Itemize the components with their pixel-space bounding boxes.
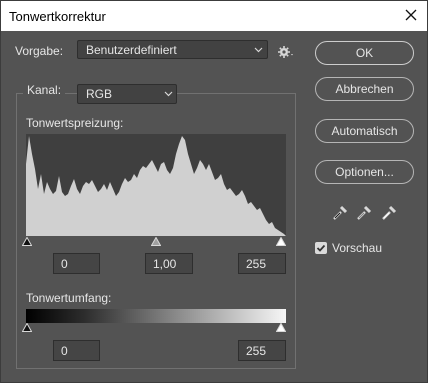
white-point-eyedropper-icon[interactable] — [381, 204, 397, 221]
input-white-field[interactable]: 255 — [238, 253, 286, 274]
input-levels-label: Tonwertspreizung: — [26, 116, 124, 130]
close-button[interactable] — [398, 5, 424, 27]
input-gamma-field[interactable]: 1,00 — [145, 253, 193, 274]
checkmark-icon — [316, 244, 326, 252]
output-black-field[interactable]: 0 — [53, 340, 100, 361]
histogram — [26, 134, 286, 236]
gray-point-eyedropper-icon[interactable] — [356, 204, 372, 221]
input-gamma-value: 1,00 — [153, 257, 177, 271]
preview-label: Vorschau — [332, 241, 383, 255]
input-gamma-slider[interactable] — [151, 237, 161, 246]
window-title: Tonwertkorrektur — [9, 9, 106, 24]
input-white-value: 255 — [246, 257, 267, 271]
channel-select[interactable]: RGB — [77, 84, 177, 104]
levels-dialog: Tonwertkorrektur Vorgabe: Benutzerdefini… — [0, 0, 428, 383]
ok-button[interactable]: OK — [315, 41, 414, 65]
output-gradient — [26, 309, 286, 323]
output-black-slider[interactable] — [22, 323, 32, 332]
preset-select[interactable]: Benutzerdefiniert — [77, 40, 268, 59]
output-levels-label: Tonwertumfang: — [26, 291, 112, 305]
options-button[interactable]: Optionen... — [315, 160, 414, 184]
title-bar: Tonwertkorrektur — [1, 1, 427, 31]
output-black-value: 0 — [61, 344, 68, 358]
output-white-value: 255 — [246, 344, 267, 358]
channel-value: RGB — [86, 87, 113, 101]
chevron-down-icon — [254, 47, 263, 53]
chevron-down-icon — [164, 91, 173, 97]
cancel-button[interactable]: Abbrechen — [315, 77, 414, 101]
gear-icon — [278, 46, 293, 58]
preset-value: Benutzerdefiniert — [86, 43, 177, 57]
channel-row: Kanal: — [23, 83, 66, 97]
output-white-field[interactable]: 255 — [238, 340, 286, 361]
preview-checkbox[interactable] — [315, 242, 327, 254]
input-black-value: 0 — [61, 257, 68, 271]
preset-label: Vorgabe: — [15, 44, 64, 58]
black-point-eyedropper-icon[interactable] — [332, 204, 348, 221]
input-black-field[interactable]: 0 — [53, 253, 100, 274]
auto-button[interactable]: Automatisch — [315, 119, 414, 143]
channel-label: Kanal: — [27, 83, 62, 97]
preset-settings-button[interactable] — [277, 44, 295, 63]
output-white-slider[interactable] — [276, 323, 286, 332]
close-icon — [405, 9, 417, 21]
input-black-slider[interactable] — [22, 237, 32, 246]
input-white-slider[interactable] — [276, 237, 286, 246]
